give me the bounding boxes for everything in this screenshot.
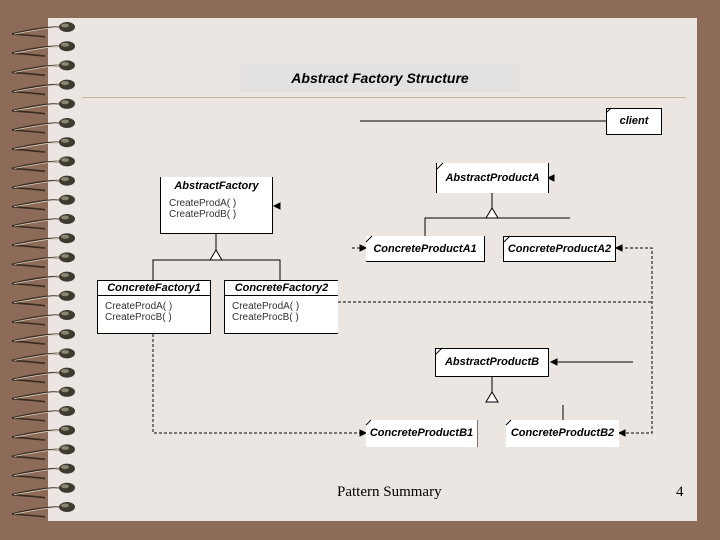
- concrete-factory-2-op: CreateProcB( ): [232, 312, 299, 323]
- apb-arrowhead: [549, 358, 558, 366]
- client-name: client: [619, 115, 649, 127]
- abstract-product-a-name: AbstractProductA: [445, 172, 540, 184]
- concrete-factory-1-name: ConcreteFactory1: [98, 281, 210, 296]
- af-inheritance-triangle: [209, 249, 223, 261]
- concrete-product-b2-class[interactable]: ConcreteProductB2: [506, 420, 619, 447]
- abstract-factory-op: CreateProdB( ): [169, 209, 237, 220]
- slide-footer: Pattern Summary: [337, 484, 442, 500]
- concrete-factory-1-class[interactable]: ConcreteFactory1 CreateProdA( ) CreatePr…: [97, 280, 211, 334]
- concrete-factory-1-op: CreateProcB( ): [105, 312, 172, 323]
- concrete-factory-2-name: ConcreteFactory2: [225, 281, 338, 296]
- client-class[interactable]: client: [606, 108, 662, 135]
- cf1-dependency-b1: [152, 334, 360, 434]
- abstract-product-b-name: AbstractProductB: [444, 356, 540, 368]
- abstract-factory-op: CreateProdA( ): [169, 198, 237, 209]
- abstract-factory-name: AbstractFactory: [174, 180, 259, 192]
- apa-inheritance-triangle: [485, 207, 499, 219]
- page-number: 4: [676, 484, 684, 500]
- concrete-product-b2-name: ConcreteProductB2: [510, 427, 615, 439]
- concrete-factory-2-op: CreateProdA( ): [232, 301, 300, 312]
- abstract-product-a-class[interactable]: AbstractProductA: [436, 163, 549, 193]
- a2-arrowhead: [614, 244, 623, 252]
- concrete-product-a2-class[interactable]: ConcreteProductA2: [503, 236, 616, 262]
- concrete-product-a1-name: ConcreteProductA1: [373, 243, 477, 255]
- af-arrowhead: [272, 202, 281, 210]
- apb-inheritance-triangle: [485, 391, 499, 403]
- concrete-product-a2-name: ConcreteProductA2: [507, 243, 612, 255]
- concrete-factory-2-class[interactable]: ConcreteFactory2 CreateProdA( ) CreatePr…: [224, 280, 338, 334]
- concrete-product-b1-class[interactable]: ConcreteProductB1: [366, 420, 477, 447]
- abstract-factory-class[interactable]: AbstractFactory CreateProdA( ) CreatePro…: [160, 177, 273, 234]
- apa-inheritance-branch: [424, 217, 570, 238]
- a2-dependency-line: [620, 247, 653, 434]
- af-inheritance-branch: [152, 259, 281, 280]
- concrete-product-b1-name: ConcreteProductB1: [369, 427, 474, 439]
- concrete-factory-1-op: CreateProdA( ): [105, 301, 173, 312]
- uml-diagram: [152, 120, 653, 447]
- abstract-product-b-class[interactable]: AbstractProductB: [435, 348, 549, 377]
- concrete-product-a1-class[interactable]: ConcreteProductA1: [366, 236, 485, 262]
- b2-arrowhead: [617, 429, 626, 437]
